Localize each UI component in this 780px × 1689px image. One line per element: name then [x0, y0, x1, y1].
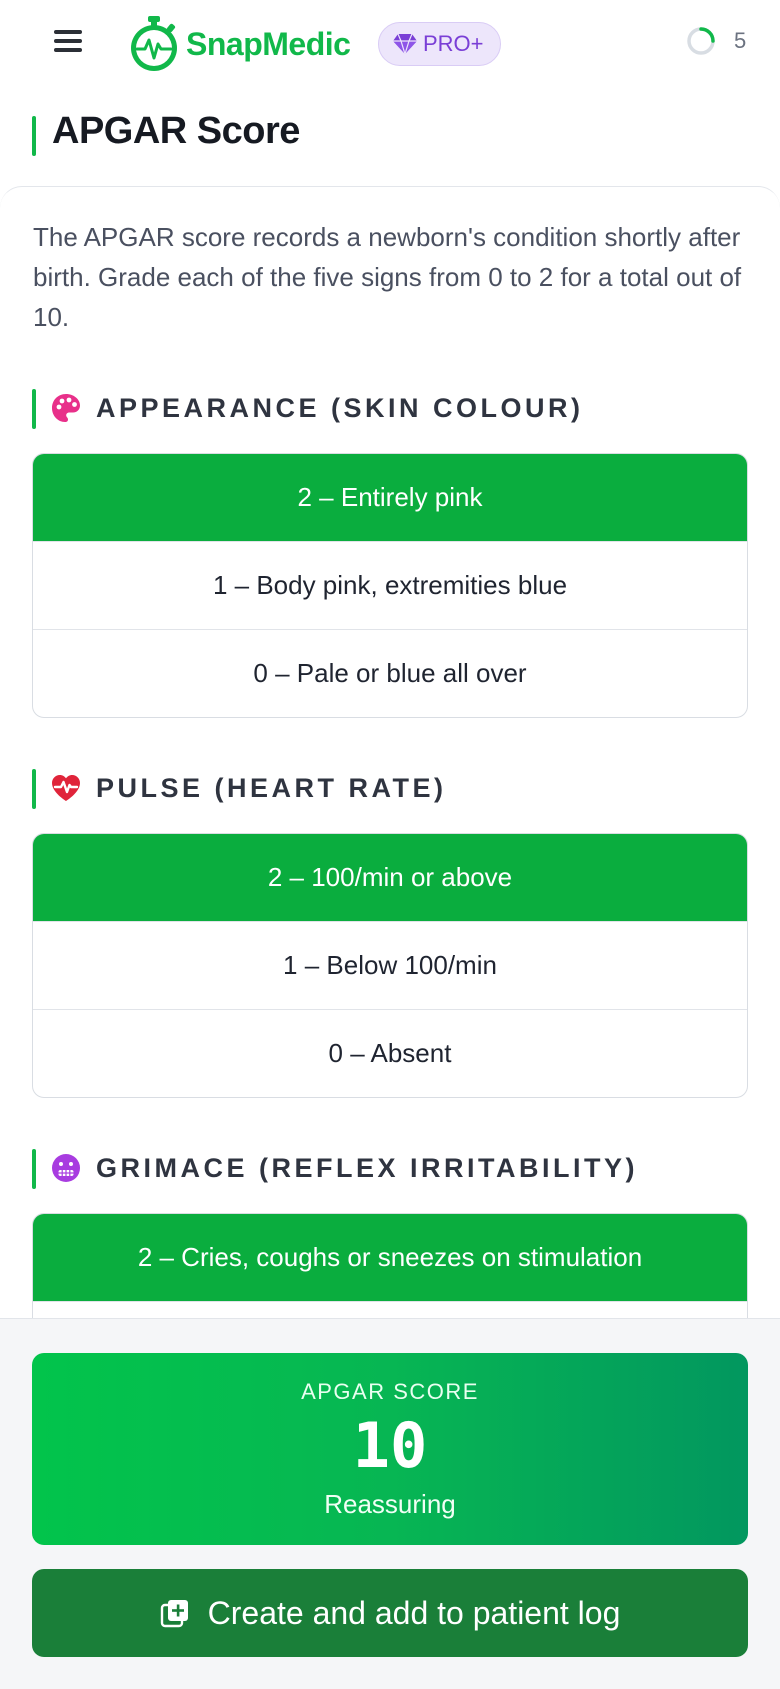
option-group: 2 – Entirely pink 1 – Body pink, extremi… [32, 453, 748, 718]
log-button-label: Create and add to patient log [207, 1594, 621, 1631]
section-appearance: APPEARANCE (SKIN COLOUR) 2 – Entirely pi… [32, 387, 748, 718]
section-accent-bar [32, 769, 36, 809]
option-score-2[interactable]: 2 – 100/min or above [33, 834, 747, 921]
option-group: 2 – 100/min or above 1 – Below 100/min 0… [32, 833, 748, 1098]
section-title: GRIMACE (REFLEX IRRITABILITY) [96, 1153, 638, 1183]
option-score-2[interactable]: 2 – Cries, coughs or sneezes on stimulat… [33, 1214, 747, 1301]
brand-name: SnapMedic [186, 25, 351, 62]
result-panel: APGAR SCORE 10 Reassuring Create and add… [0, 1318, 780, 1689]
pro-plus-badge[interactable]: PRO+ [378, 22, 501, 66]
section-header: GRIMACE (REFLEX IRRITABILITY) [32, 1147, 748, 1191]
page-title-bar: APGAR Score [0, 88, 780, 184]
section-title: APPEARANCE (SKIN COLOUR) [96, 393, 584, 423]
section-accent-bar [32, 389, 36, 429]
section-title: PULSE (HEART RATE) [96, 773, 447, 803]
option-score-0[interactable]: 0 – Pale or blue all over [33, 629, 747, 717]
title-accent-bar [32, 116, 36, 156]
heart-pulse-icon [52, 775, 80, 801]
gem-icon [393, 33, 417, 55]
option-score-0[interactable]: 0 – Absent [33, 1009, 747, 1097]
section-header: PULSE (HEART RATE) [32, 767, 748, 811]
grimace-face-icon [52, 1154, 80, 1182]
score-interpretation: Reassuring [324, 1489, 456, 1519]
page-title: APGAR Score [52, 110, 300, 152]
add-to-log-icon [160, 1600, 188, 1628]
top-app-bar: SnapMedic PRO+ 5 [0, 0, 780, 89]
score-label: APGAR SCORE [301, 1379, 479, 1404]
pro-badge-label: PRO+ [423, 31, 484, 56]
calculator-content[interactable]: The APGAR score records a newborn's cond… [0, 186, 780, 1390]
sync-spinner-icon [687, 27, 715, 55]
section-accent-bar [32, 1149, 36, 1189]
option-score-1[interactable]: 1 – Body pink, extremities blue [33, 541, 747, 629]
section-header: APPEARANCE (SKIN COLOUR) [32, 387, 748, 431]
section-grimace: GRIMACE (REFLEX IRRITABILITY) 2 – Cries,… [32, 1147, 748, 1390]
hamburger-menu-icon[interactable] [50, 26, 86, 62]
score-value: 10 [352, 1409, 428, 1482]
app-logo[interactable]: SnapMedic [128, 16, 351, 72]
add-to-patient-log-button[interactable]: Create and add to patient log [32, 1569, 748, 1657]
intro-text: The APGAR score records a newborn's cond… [33, 222, 742, 332]
option-score-2[interactable]: 2 – Entirely pink [33, 454, 747, 541]
stopwatch-heartbeat-icon [131, 16, 177, 71]
palette-icon [52, 394, 80, 422]
section-pulse: PULSE (HEART RATE) 2 – 100/min or above … [32, 767, 748, 1098]
option-score-1[interactable]: 1 – Below 100/min [33, 921, 747, 1009]
score-card: APGAR SCORE 10 Reassuring [32, 1353, 748, 1545]
pending-counter: 5 [734, 28, 747, 53]
